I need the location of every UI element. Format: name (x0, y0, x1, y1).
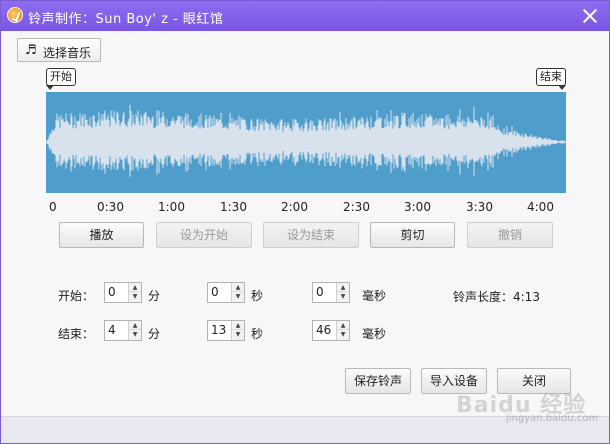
save-ringtone-button[interactable]: 保存铃声 (345, 368, 411, 394)
end-milliseconds-stepper[interactable]: 46 ▲ ▼ (312, 320, 350, 341)
choose-music-label: 选择音乐 (43, 46, 92, 60)
start-seconds-stepper[interactable]: 0 ▲ ▼ (207, 282, 245, 303)
increment-arrow-icon[interactable]: ▲ (129, 283, 141, 292)
stepper-arrows: ▲ ▼ (336, 321, 349, 340)
stepper-arrows: ▲ ▼ (336, 283, 349, 302)
decrement-arrow-icon[interactable]: ▼ (129, 292, 141, 301)
stepper-arrows: ▲ ▼ (231, 321, 244, 340)
close-window-button[interactable] (579, 5, 601, 27)
decrement-arrow-icon[interactable]: ▼ (232, 292, 244, 301)
timeline-tick: 2:30 (343, 200, 370, 214)
window-title: 铃声制作：Sun Boy' z - 眼红馆 (28, 12, 224, 27)
decrement-arrow-icon[interactable]: ▼ (232, 330, 244, 339)
timeline-tick: 2:00 (281, 200, 308, 214)
choose-music-button[interactable]: ♬ 选择音乐 (17, 38, 101, 62)
increment-arrow-icon[interactable]: ▲ (129, 321, 141, 330)
ringtone-maker-window: 铃声制作：Sun Boy' z - 眼红馆 ♬ 选择音乐 开始 结束 0 0:3… (0, 0, 610, 444)
baidu-watermark-url: jingyan.baidu.com (506, 413, 599, 424)
start-minutes-value: 0 (108, 285, 116, 299)
set-start-button[interactable]: 设为开始 (156, 222, 252, 248)
end-minutes-stepper[interactable]: 4 ▲ ▼ (104, 320, 142, 341)
increment-arrow-icon[interactable]: ▲ (232, 283, 244, 292)
end-seconds-value: 13 (211, 323, 227, 337)
start-marker-label: 开始 (50, 70, 72, 83)
decrement-arrow-icon[interactable]: ▼ (129, 330, 141, 339)
stepper-arrows: ▲ ▼ (128, 283, 141, 302)
stepper-arrows: ▲ ▼ (128, 321, 141, 340)
timeline-tick: 0:30 (97, 200, 124, 214)
waveform-path (46, 104, 566, 177)
decrement-arrow-icon[interactable]: ▼ (337, 330, 349, 339)
play-button[interactable]: 播放 (59, 222, 144, 248)
ringtone-length: 铃声长度：4:13 (453, 290, 540, 304)
start-milliseconds-value: 0 (316, 285, 324, 299)
end-minutes-value: 4 (108, 323, 116, 337)
end-seconds-stepper[interactable]: 13 ▲ ▼ (207, 320, 245, 341)
increment-arrow-icon[interactable]: ▲ (337, 283, 349, 292)
start-milliseconds-stepper[interactable]: 0 ▲ ▼ (312, 282, 350, 303)
minutes-unit: 分 (148, 289, 161, 303)
cut-button[interactable]: 剪切 (370, 222, 455, 248)
end-milliseconds-value: 46 (316, 323, 332, 337)
start-seconds-value: 0 (211, 285, 219, 299)
waveform-graphic (46, 104, 566, 177)
milliseconds-unit: 毫秒 (362, 327, 387, 341)
timeline-tick: 1:00 (158, 200, 185, 214)
start-minutes-stepper[interactable]: 0 ▲ ▼ (104, 282, 142, 303)
decrement-arrow-icon[interactable]: ▼ (337, 292, 349, 301)
start-marker[interactable]: 开始 (46, 68, 76, 90)
app-logo-icon (7, 7, 23, 23)
timeline-tick: 0 (49, 200, 57, 214)
undo-button[interactable]: 撤销 (467, 222, 553, 248)
minutes-unit: 分 (148, 327, 161, 341)
timeline-tick: 1:30 (220, 200, 247, 214)
increment-arrow-icon[interactable]: ▲ (337, 321, 349, 330)
timeline-tick: 3:30 (466, 200, 493, 214)
stepper-arrows: ▲ ▼ (231, 283, 244, 302)
seconds-unit: 秒 (251, 289, 264, 303)
milliseconds-unit: 毫秒 (362, 289, 387, 303)
set-end-button[interactable]: 设为结束 (263, 222, 359, 248)
seconds-unit: 秒 (251, 327, 264, 341)
increment-arrow-icon[interactable]: ▲ (232, 321, 244, 330)
start-time-label: 开始： (58, 289, 95, 303)
audio-waveform[interactable] (46, 92, 566, 193)
end-time-label: 结束： (58, 327, 95, 341)
timeline-tick: 4:00 (527, 200, 554, 214)
music-note-icon: ♬ (25, 43, 37, 58)
title-bar[interactable]: 铃声制作：Sun Boy' z - 眼红馆 (1, 1, 609, 31)
end-marker[interactable]: 结束 (536, 68, 566, 90)
end-marker-label: 结束 (540, 70, 562, 83)
timeline-tick: 3:00 (404, 200, 431, 214)
